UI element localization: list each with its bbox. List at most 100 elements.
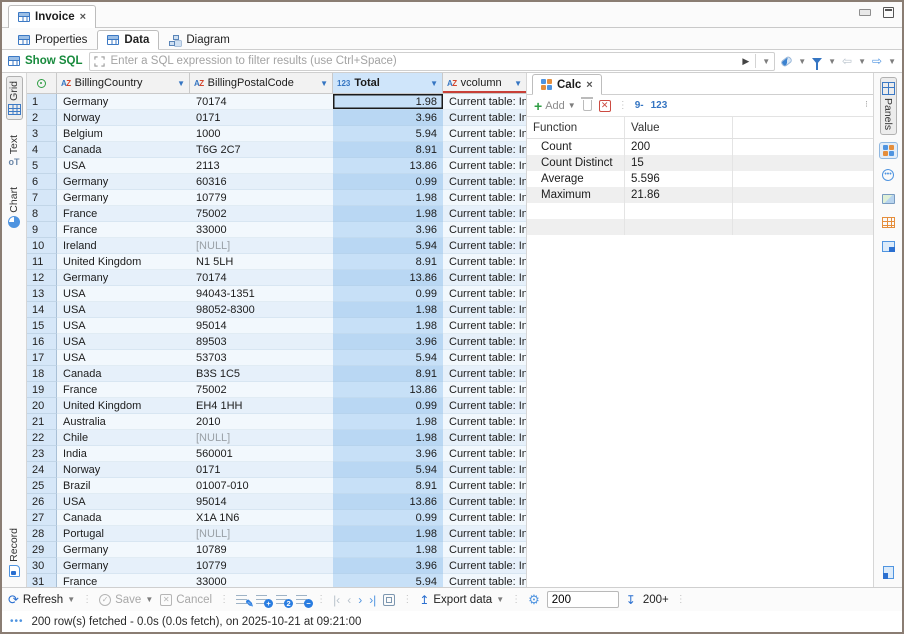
fetch-more-label[interactable]: 200+ xyxy=(643,594,669,606)
value-column-header[interactable]: Value xyxy=(625,117,733,138)
cancel-button[interactable]: ✕ Cancel xyxy=(160,594,212,606)
cell-billingpostalcode[interactable]: 2010 xyxy=(190,414,333,430)
cell-total[interactable]: 3.96 xyxy=(333,334,443,350)
cell-billingcountry[interactable]: USA xyxy=(57,318,190,334)
export-dropdown-icon[interactable]: ▼ xyxy=(496,595,504,604)
cell-billingcountry[interactable]: United Kingdom xyxy=(57,254,190,270)
select-all-corner[interactable] xyxy=(27,73,57,93)
cell-billingpostalcode[interactable]: X1A 1N6 xyxy=(190,510,333,526)
cell-billingcountry[interactable]: France xyxy=(57,574,190,587)
cell-vcolumn[interactable]: Current table: Invoice xyxy=(443,526,526,542)
minimize-icon[interactable] xyxy=(859,9,871,16)
tab-record-view[interactable]: Record xyxy=(6,523,22,582)
cell-billingpostalcode[interactable]: 10789 xyxy=(190,542,333,558)
cell-billingcountry[interactable]: Norway xyxy=(57,462,190,478)
cell-billingpostalcode[interactable]: 1000 xyxy=(190,126,333,142)
calc-row[interactable]: Maximum21.86 xyxy=(527,187,873,203)
cell-vcolumn[interactable]: Current table: Invoice xyxy=(443,302,526,318)
cell-vcolumn[interactable]: Current table: Invoice xyxy=(443,174,526,190)
table-row[interactable]: 28Portugal[NULL]1.98Current table: Invoi… xyxy=(27,526,526,542)
status-dots-icon[interactable]: ••• xyxy=(10,616,24,627)
cell-total[interactable]: 8.91 xyxy=(333,478,443,494)
cell-total[interactable]: 13.86 xyxy=(333,158,443,174)
table-row[interactable]: 18CanadaB3S 1C58.91Current table: Invoic… xyxy=(27,366,526,382)
calc-row[interactable]: Count Distinct15 xyxy=(527,155,873,171)
row-number[interactable]: 10 xyxy=(27,238,57,254)
table-row[interactable]: 23India5600013.96Current table: Invoice xyxy=(27,446,526,462)
focus-row-icon[interactable] xyxy=(383,594,395,606)
cell-vcolumn[interactable]: Current table: Invoice xyxy=(443,542,526,558)
cell-billingcountry[interactable]: USA xyxy=(57,158,190,174)
cell-vcolumn[interactable]: Current table: Invoice xyxy=(443,510,526,526)
calc-row[interactable]: Average5.596 xyxy=(527,171,873,187)
cell-billingpostalcode[interactable]: 0171 xyxy=(190,462,333,478)
column-header-vcolumn[interactable]: AZ vcolumn ▼ xyxy=(443,73,526,93)
cell-billingpostalcode[interactable]: 75002 xyxy=(190,382,333,398)
cell-total[interactable]: 0.99 xyxy=(333,174,443,190)
cell-vcolumn[interactable]: Current table: Invoice xyxy=(443,270,526,286)
table-row[interactable]: 10Ireland[NULL]5.94Current table: Invoic… xyxy=(27,238,526,254)
cell-billingpostalcode[interactable]: T6G 2C7 xyxy=(190,142,333,158)
cell-billingpostalcode[interactable]: 0171 xyxy=(190,110,333,126)
tab-text-view[interactable]: Text oT xyxy=(6,130,22,172)
row-number[interactable]: 5 xyxy=(27,158,57,174)
cell-vcolumn[interactable]: Current table: Invoice xyxy=(443,574,526,587)
cell-billingpostalcode[interactable]: EH4 1HH xyxy=(190,398,333,414)
cell-vcolumn[interactable]: Current table: Invoice xyxy=(443,142,526,158)
table-row[interactable]: 1Germany701741.98Current table: Invoice xyxy=(27,94,526,110)
cell-billingcountry[interactable]: United Kingdom xyxy=(57,398,190,414)
row-number[interactable]: 6 xyxy=(27,174,57,190)
cell-billingcountry[interactable]: USA xyxy=(57,334,190,350)
cell-vcolumn[interactable]: Current table: Invoice xyxy=(443,446,526,462)
cell-total[interactable]: 1.98 xyxy=(333,414,443,430)
table-row[interactable]: 26USA9501413.86Current table: Invoice xyxy=(27,494,526,510)
cell-billingcountry[interactable]: USA xyxy=(57,494,190,510)
table-row[interactable]: 2Norway01713.96Current table: Invoice xyxy=(27,110,526,126)
remove-function-icon[interactable] xyxy=(583,100,592,111)
table-row[interactable]: 15USA950141.98Current table: Invoice xyxy=(27,318,526,334)
table-row[interactable]: 12Germany7017413.86Current table: Invoic… xyxy=(27,270,526,286)
cell-vcolumn[interactable]: Current table: Invoice xyxy=(443,318,526,334)
toggle-panel-button[interactable] xyxy=(879,564,898,581)
cell-vcolumn[interactable]: Current table: Invoice xyxy=(443,238,526,254)
cell-total[interactable]: 3.96 xyxy=(333,558,443,574)
cell-vcolumn[interactable]: Current table: Invoice xyxy=(443,126,526,142)
row-number[interactable]: 4 xyxy=(27,142,57,158)
row-number[interactable]: 26 xyxy=(27,494,57,510)
row-number[interactable]: 30 xyxy=(27,558,57,574)
refresh-button[interactable]: ⟳ Refresh ▼ xyxy=(8,593,75,606)
cell-billingpostalcode[interactable]: 01007-010 xyxy=(190,478,333,494)
cell-billingpostalcode[interactable]: 70174 xyxy=(190,94,333,110)
filter-input[interactable]: Enter a SQL expression to filter results… xyxy=(89,52,776,71)
cell-billingcountry[interactable]: USA xyxy=(57,350,190,366)
table-row[interactable]: 4CanadaT6G 2C78.91Current table: Invoice xyxy=(27,142,526,158)
cell-vcolumn[interactable]: Current table: Invoice xyxy=(443,158,526,174)
cell-billingcountry[interactable]: Brazil xyxy=(57,478,190,494)
cell-billingcountry[interactable]: Canada xyxy=(57,510,190,526)
cell-billingpostalcode[interactable]: 95014 xyxy=(190,318,333,334)
first-page-icon[interactable]: |‹ xyxy=(333,594,340,606)
cell-vcolumn[interactable]: Current table: Invoice xyxy=(443,494,526,510)
cell-total[interactable]: 3.96 xyxy=(333,110,443,126)
cell-vcolumn[interactable]: Current table: Invoice xyxy=(443,254,526,270)
refresh-dropdown-icon[interactable]: ▼ xyxy=(67,595,75,604)
row-number[interactable]: 29 xyxy=(27,542,57,558)
value-viewer-toggle[interactable] xyxy=(879,190,898,207)
table-row[interactable]: 16USA895033.96Current table: Invoice xyxy=(27,334,526,350)
delete-row-icon[interactable]: − xyxy=(296,594,309,605)
cell-billingpostalcode[interactable]: 75002 xyxy=(190,206,333,222)
cell-total[interactable]: 5.94 xyxy=(333,574,443,587)
chevron-down-icon[interactable]: ▼ xyxy=(177,79,185,88)
cell-billingcountry[interactable]: Ireland xyxy=(57,238,190,254)
cell-billingpostalcode[interactable]: B3S 1C5 xyxy=(190,366,333,382)
cell-billingcountry[interactable]: France xyxy=(57,222,190,238)
eraser-dropdown-icon[interactable]: ▼ xyxy=(798,57,806,66)
history-forward-icon[interactable]: ⇨ xyxy=(872,55,882,67)
cell-billingcountry[interactable]: Norway xyxy=(57,110,190,126)
cell-billingcountry[interactable]: USA xyxy=(57,286,190,302)
save-dropdown-icon[interactable]: ▼ xyxy=(145,595,153,604)
show-sql-button[interactable]: Show SQL xyxy=(8,55,83,67)
cell-total[interactable]: 13.86 xyxy=(333,382,443,398)
table-row[interactable]: 21Australia20101.98Current table: Invoic… xyxy=(27,414,526,430)
cell-billingpostalcode[interactable]: 89503 xyxy=(190,334,333,350)
